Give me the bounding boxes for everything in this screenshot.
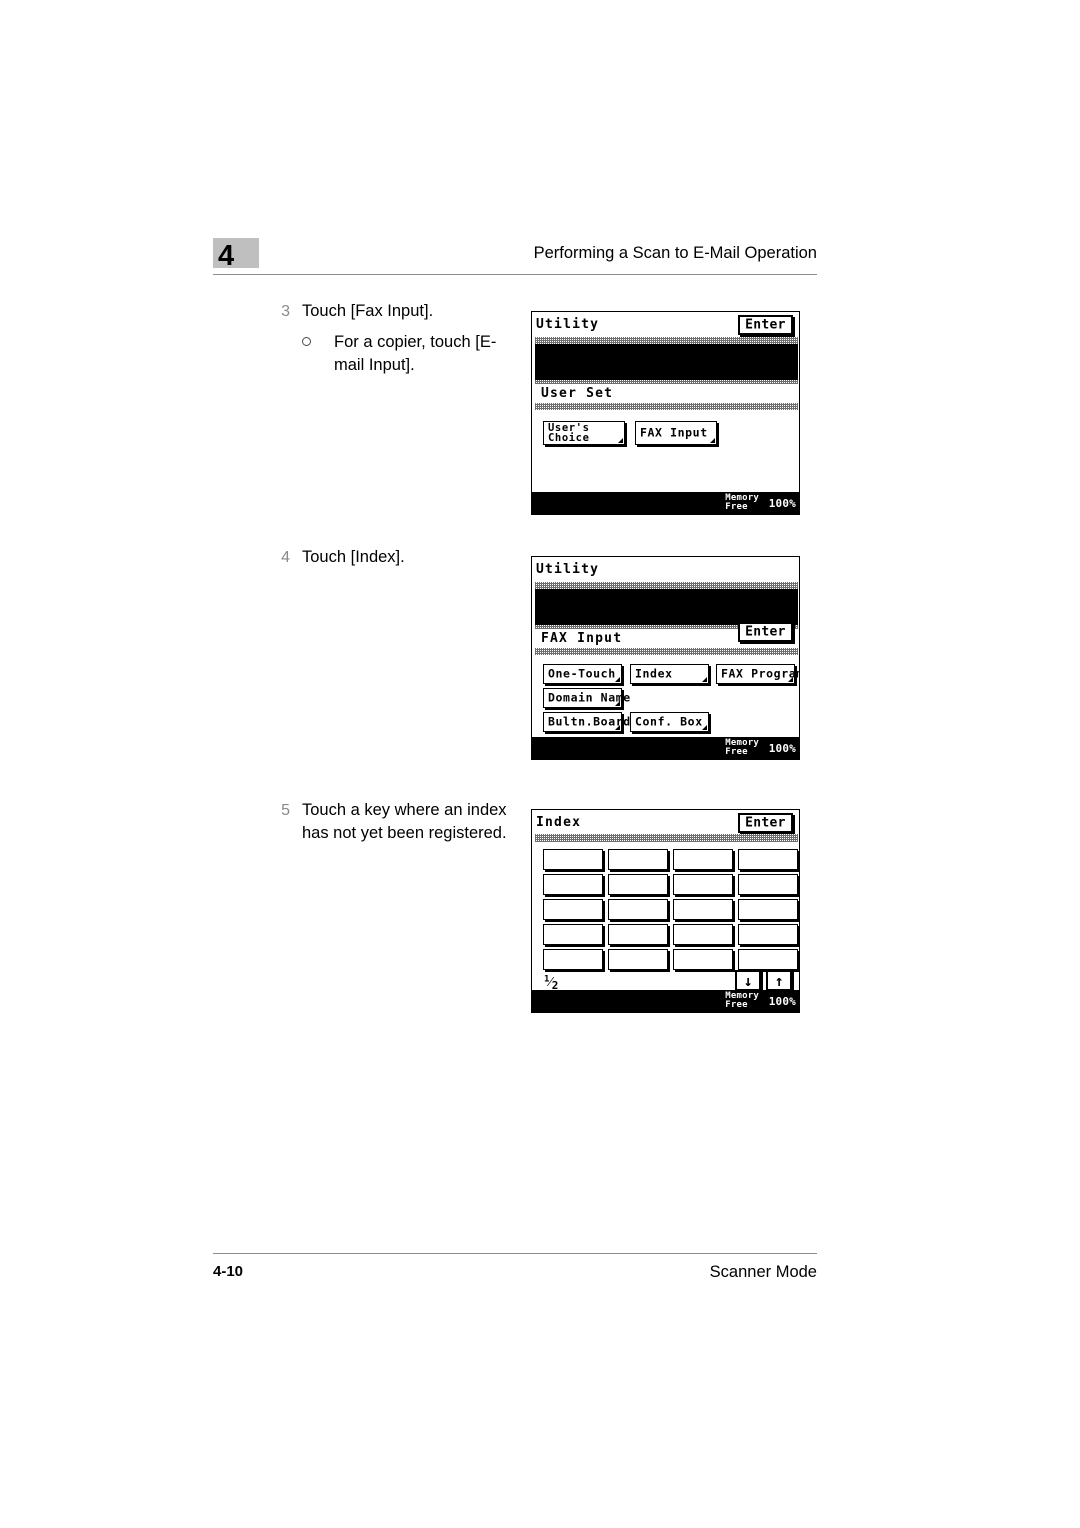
lcd-screen-index: Index Enter 1⁄2 ↓ ↑ Memory Free 100% <box>531 809 800 1013</box>
lcd3-index-key-16[interactable] <box>738 924 798 945</box>
header-title: Performing a Scan to E-Mail Operation <box>533 244 817 262</box>
lcd3-index-key-9[interactable] <box>543 899 603 920</box>
lcd3-index-key-7[interactable] <box>673 874 733 895</box>
lcd3-index-key-13[interactable] <box>543 924 603 945</box>
lcd1-key-fax-input[interactable]: FAX Input <box>635 421 717 445</box>
lcd3-scroll-up-button[interactable]: ↑ <box>766 970 792 991</box>
lcd1-strip-under-label <box>535 403 798 410</box>
lcd3-index-key-4[interactable] <box>738 849 798 870</box>
key-corner-icon <box>710 438 715 443</box>
footer-divider <box>213 1253 817 1254</box>
document-page: 4 Performing a Scan to E-Mail Operation … <box>0 0 1080 1528</box>
lcd1-title: Utility <box>536 317 600 332</box>
lcd3-index-key-18[interactable] <box>608 949 668 970</box>
chapter-number: 4 <box>218 240 234 272</box>
footer-page-number: 4-10 <box>213 1263 244 1280</box>
lcd2-enter-label: Enter <box>745 624 786 640</box>
lcd3-memory-percent: 100% <box>768 995 796 1008</box>
lcd3-index-key-5[interactable] <box>543 874 603 895</box>
key-corner-icon <box>618 438 623 443</box>
lcd2-memory-free-label: Memory Free <box>725 738 759 757</box>
lcd3-index-key-20[interactable] <box>738 949 798 970</box>
lcd2-strip-under-label <box>535 648 798 655</box>
lcd2-key-one-touch[interactable]: One-Touch <box>543 664 622 684</box>
lcd3-enter-button[interactable]: Enter <box>738 813 793 833</box>
lcd3-index-key-8[interactable] <box>738 874 798 895</box>
lcd2-key-index[interactable]: Index <box>630 664 709 684</box>
lcd1-strip-mid <box>535 380 798 384</box>
lcd2-message-area <box>535 589 798 625</box>
lcd1-key-users-choice-label: User's Choice <box>548 422 590 444</box>
lcd3-memory-free-label: Memory Free <box>725 991 759 1010</box>
lcd1-section-label: User Set <box>541 386 614 401</box>
lcd3-title: Index <box>536 815 582 830</box>
arrow-down-icon: ↓ <box>743 971 753 990</box>
lcd1-memory-percent: 100% <box>768 497 796 510</box>
lcd3-index-key-2[interactable] <box>608 849 668 870</box>
key-corner-icon <box>615 701 620 706</box>
lcd3-index-key-14[interactable] <box>608 924 668 945</box>
step-5-text: Touch a key where an index has not yet b… <box>302 801 507 842</box>
lcd3-status-bar: Memory Free 100% <box>532 990 799 1012</box>
lcd2-strip-top <box>535 582 798 589</box>
arrow-up-icon: ↑ <box>774 971 784 990</box>
lcd1-enter-label: Enter <box>745 317 786 333</box>
lcd2-status-bar: Memory Free 100% <box>532 737 799 759</box>
lcd-screen-utility-user-set: Utility Enter User Set User's Choice FAX … <box>531 311 800 515</box>
lcd3-index-key-12[interactable] <box>738 899 798 920</box>
lcd2-key-bulletin-board[interactable]: Bultn.Board <box>543 712 630 732</box>
lcd2-key-domain-name[interactable]: Domain Name <box>543 688 630 708</box>
step-3-substep-text: For a copier, touch [E-mail Input]. <box>334 333 497 374</box>
lcd3-index-key-1[interactable] <box>543 849 603 870</box>
lcd2-key-one-touch-label: One-Touch <box>548 666 616 681</box>
key-corner-icon <box>615 725 620 730</box>
step-4-number: 4 <box>281 549 290 566</box>
lcd2-title: Utility <box>536 562 600 577</box>
lcd1-strip-top <box>535 337 798 344</box>
lcd1-enter-button[interactable]: Enter <box>738 315 793 335</box>
key-corner-icon <box>615 677 620 682</box>
footer-section-name: Scanner Mode <box>709 1263 817 1281</box>
lcd2-section-label: FAX Input <box>541 631 623 646</box>
lcd3-index-key-10[interactable] <box>608 899 668 920</box>
lcd3-index-key-19[interactable] <box>673 949 733 970</box>
step-5-number: 5 <box>281 802 290 819</box>
lcd1-message-area <box>535 344 798 380</box>
lcd2-key-fax-program[interactable]: FAX Program <box>716 664 799 684</box>
lcd2-key-conf-box-label: Conf. Box <box>635 714 703 729</box>
lcd1-key-fax-input-label: FAX Input <box>640 425 708 440</box>
step-3-number: 3 <box>281 303 290 320</box>
header-divider <box>213 274 817 275</box>
step-4-text: Touch [Index]. <box>302 548 405 566</box>
key-corner-icon <box>702 725 707 730</box>
lcd2-key-index-label: Index <box>635 666 673 681</box>
lcd2-key-conf-box[interactable]: Conf. Box <box>630 712 709 732</box>
lcd3-strip-top <box>535 834 798 842</box>
page-header: 4 Performing a Scan to E-Mail Operation <box>213 238 817 278</box>
lcd3-index-key-3[interactable] <box>673 849 733 870</box>
lcd3-index-key-6[interactable] <box>608 874 668 895</box>
lcd1-key-users-choice[interactable]: User's Choice <box>543 421 625 445</box>
lcd-screen-utility-fax-input: Utility FAX Input Enter One-Touch Index … <box>531 556 800 760</box>
lcd3-enter-label: Enter <box>745 815 786 831</box>
lcd1-status-bar: Memory Free 100% <box>532 492 799 514</box>
lcd3-scroll-down-button[interactable]: ↓ <box>735 970 761 991</box>
step-3-text: Touch [Fax Input]. <box>302 302 434 320</box>
lcd1-memory-free-label: Memory Free <box>725 493 759 512</box>
key-corner-icon <box>702 677 707 682</box>
lcd3-index-key-11[interactable] <box>673 899 733 920</box>
lcd3-index-key-15[interactable] <box>673 924 733 945</box>
lcd2-enter-button[interactable]: Enter <box>738 622 793 642</box>
key-corner-icon <box>788 677 793 682</box>
lcd3-index-key-17[interactable] <box>543 949 603 970</box>
lcd2-memory-percent: 100% <box>768 742 796 755</box>
bullet-circle-icon <box>302 337 311 346</box>
